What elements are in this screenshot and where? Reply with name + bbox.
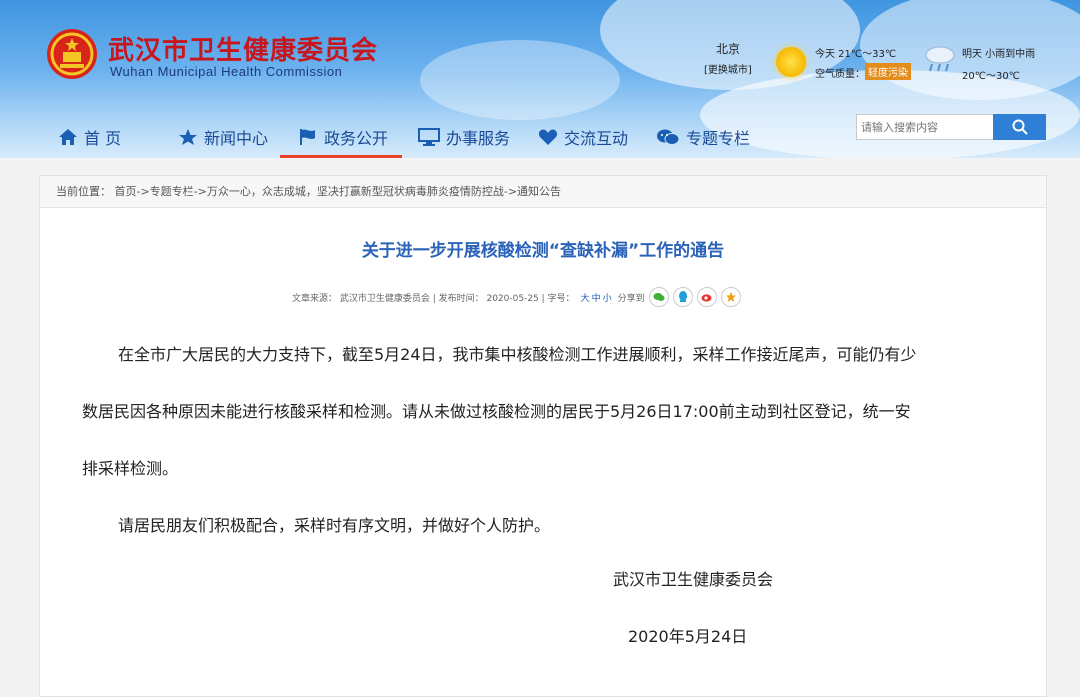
article-signature: 武汉市卫生健康委员会 [613,570,774,589]
chat-icon [657,129,680,145]
site-subtitle: Wuhan Municipal Health Commission [110,64,343,79]
site-header: 武汉市卫生健康委员会 Wuhan Municipal Health Commis… [0,0,1080,158]
search-icon [1012,119,1028,135]
monitor-icon [418,128,440,146]
wechat-share-icon[interactable] [648,287,669,307]
home-icon [59,129,77,145]
meta-source-date: 文章来源： 武汉市卫生健康委员会 | 发布时间： 2020-05-25 | 字号… [292,293,575,304]
nav-label: 首 页 [84,129,122,148]
paragraph-line: 在全市广大居民的大力支持下，截至5月24日，我市集中核酸检测工作进展顺利，采样工… [118,345,917,364]
article-meta: 文章来源： 武汉市卫生健康委员会 | 发布时间： 2020-05-25 | 字号… [292,286,741,308]
nav-label: 新闻中心 [204,129,269,148]
nav-home[interactable]: 首 页 [58,118,121,156]
cloud-decoration [420,40,620,120]
heart-icon [538,129,558,145]
search-box [856,114,1046,140]
qq-share-icon[interactable] [672,287,693,307]
nav-news[interactable]: 新闻中心 [178,118,268,156]
weather-city: 北京 [716,42,741,56]
weather-today: 今天 21℃～33℃ [815,49,897,60]
paragraph-line: 数居民因各种原因未能进行核酸采样和检测。请从未做过核酸检测的居民于5月26日17… [82,402,911,421]
search-input[interactable] [856,114,994,140]
nav-special[interactable]: 专题专栏 [656,118,750,156]
nav-label: 专题专栏 [686,129,751,148]
weather-tomorrow-temp: 20℃～30℃ [962,71,1020,82]
site-title: 武汉市卫生健康委员会 [108,36,379,66]
breadcrumb[interactable]: 当前位置： 首页->专题专栏->万众一心，众志成城，坚决打赢新型冠状病毒肺炎疫情… [40,176,1046,208]
national-emblem-logo[interactable] [46,26,98,82]
font-size-small[interactable]: 小 [603,291,612,304]
search-button[interactable] [993,114,1046,140]
article-title: 关于进一步开展核酸检测“查缺补漏”工作的通告 [361,241,725,261]
nav-interaction[interactable]: 交流互动 [538,118,628,156]
nav-services[interactable]: 办事服务 [418,118,510,156]
rain-cloud-icon [925,46,955,72]
paragraph-line: 请居民朋友们积极配合，采样时有序文明，并做好个人防护。 [118,516,551,535]
star-icon [179,129,197,145]
font-size-large[interactable]: 大 [581,291,590,304]
nav-government[interactable]: 政务公开 [279,118,403,158]
nav-label: 交流互动 [564,129,629,148]
share-label: 分享到 [617,293,645,304]
nav-label: 政务公开 [324,129,389,148]
favorite-share-icon[interactable] [720,287,741,307]
air-quality-badge: 轻度污染 [865,63,911,80]
air-quality-label: 空气质量： [815,69,865,80]
font-size-medium[interactable]: 中 [592,291,601,304]
flag-icon [300,129,315,145]
nav-label: 办事服务 [446,129,511,148]
weibo-share-icon[interactable] [696,287,717,307]
paragraph-line: 排采样检测。 [82,459,179,478]
article-date: 2020年5月24日 [628,627,748,646]
content-panel: 当前位置： 首页->专题专栏->万众一心，众志成城，坚决打赢新型冠状病毒肺炎疫情… [39,175,1047,697]
sunny-icon [776,47,806,77]
switch-city-link[interactable]: [更换城市] [704,61,752,76]
weather-tomorrow: 明天 小雨到中雨 [962,49,1036,60]
